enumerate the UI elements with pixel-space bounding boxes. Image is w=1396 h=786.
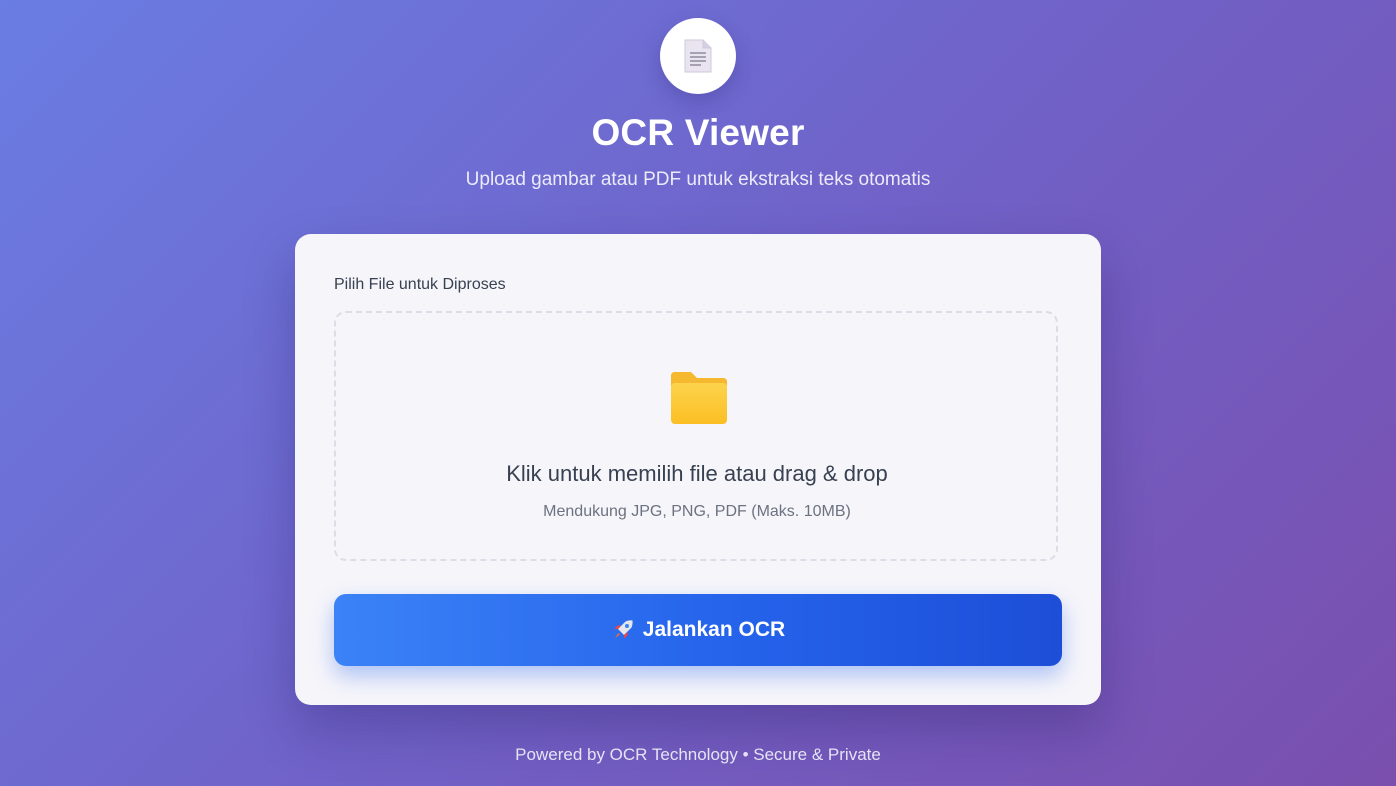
page-subtitle: Upload gambar atau PDF untuk ekstraksi t… bbox=[465, 169, 931, 190]
rocket-icon bbox=[614, 620, 633, 639]
footer-text: Powered by OCR Technology • Secure & Pri… bbox=[515, 745, 881, 764]
dropzone-hint: Mendukung JPG, PNG, PDF (Maks. 10MB) bbox=[543, 503, 851, 520]
file-field-label: Pilih File untuk Diproses bbox=[334, 276, 506, 293]
page-title: OCR Viewer bbox=[591, 112, 805, 153]
app-logo bbox=[660, 18, 736, 94]
dropzone-prompt: Klik untuk memilih file atau drag & drop bbox=[506, 461, 888, 486]
upload-card: Pilih File untuk Diproses Klik untuk mem… bbox=[295, 234, 1101, 705]
run-ocr-label: Jalankan OCR bbox=[642, 618, 786, 641]
file-dropzone[interactable]: Klik untuk memilih file atau drag & drop… bbox=[334, 311, 1058, 561]
run-ocr-button[interactable]: Jalankan OCR bbox=[334, 594, 1062, 666]
folder-icon bbox=[671, 372, 727, 424]
document-icon bbox=[684, 39, 712, 73]
